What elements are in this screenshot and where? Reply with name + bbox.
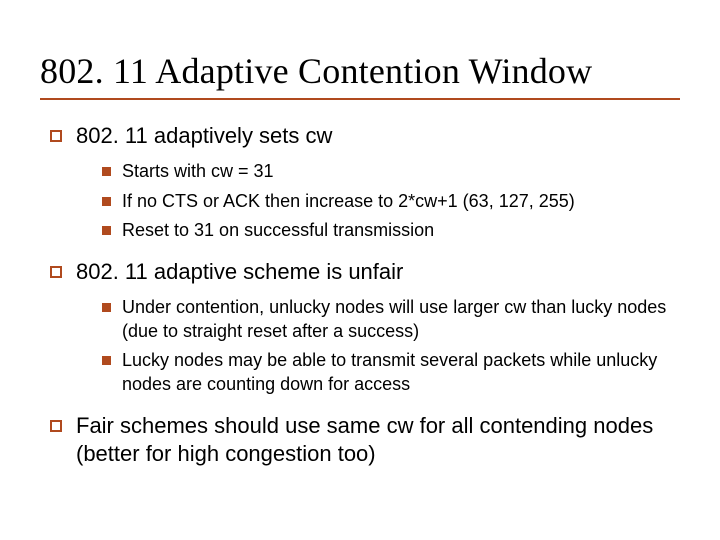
- title-underline: [40, 98, 680, 100]
- list-item: 802. 11 adaptively sets cw Starts with c…: [48, 122, 680, 242]
- sub-list-item: Lucky nodes may be able to transmit seve…: [100, 349, 680, 396]
- slide: 802. 11 Adaptive Contention Window 802. …: [0, 0, 720, 540]
- list-item-text: Fair schemes should use same cw for all …: [76, 413, 653, 466]
- bullet-list: 802. 11 adaptively sets cw Starts with c…: [40, 122, 680, 468]
- sub-list-item: Starts with cw = 31: [100, 160, 680, 183]
- sub-list: Under contention, unlucky nodes will use…: [76, 296, 680, 396]
- list-item-text: 802. 11 adaptively sets cw: [76, 123, 332, 148]
- sub-list: Starts with cw = 31 If no CTS or ACK the…: [76, 160, 680, 242]
- list-item-text: 802. 11 adaptive scheme is unfair: [76, 259, 403, 284]
- slide-title: 802. 11 Adaptive Contention Window: [40, 50, 680, 92]
- sub-list-item: If no CTS or ACK then increase to 2*cw+1…: [100, 190, 680, 213]
- list-item: 802. 11 adaptive scheme is unfair Under …: [48, 258, 680, 396]
- list-item: Fair schemes should use same cw for all …: [48, 412, 680, 468]
- sub-list-item: Reset to 31 on successful transmission: [100, 219, 680, 242]
- sub-list-item: Under contention, unlucky nodes will use…: [100, 296, 680, 343]
